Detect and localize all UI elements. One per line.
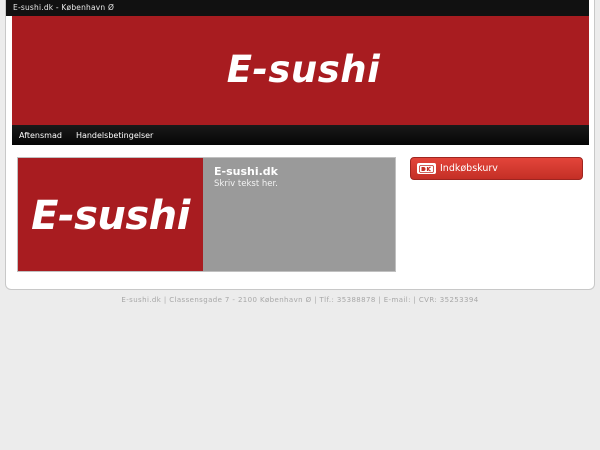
top-bar: E-sushi.dk - København Ø [6,0,589,16]
cart-button[interactable]: Indkøbskurv [410,157,583,180]
featured-slide[interactable]: E-sushi E-sushi.dk Skriv tekst her. [17,157,396,272]
feature-title: E-sushi.dk [214,165,278,178]
banner-logo: E-sushi [226,48,381,91]
nav-item-aftensmad[interactable]: Aftensmad [12,131,69,140]
top-bar-text: E-sushi.dk - København Ø [13,3,115,12]
dankort-icon [417,163,436,174]
feature-logo: E-sushi [31,192,190,239]
feature-description: Skriv tekst her. [214,179,278,189]
footer-info: E-sushi.dk | Classensgade 7 - 2100 Køben… [121,296,479,304]
header-banner[interactable]: E-sushi [12,16,589,125]
feature-image: E-sushi [18,158,203,271]
feature-caption: E-sushi.dk Skriv tekst her. [203,158,395,271]
nav-item-handelsbetingelser[interactable]: Handelsbetingelser [69,131,160,140]
main-navigation: Aftensmad Handelsbetingelser [12,125,589,145]
cart-label: Indkøbskurv [440,163,498,174]
